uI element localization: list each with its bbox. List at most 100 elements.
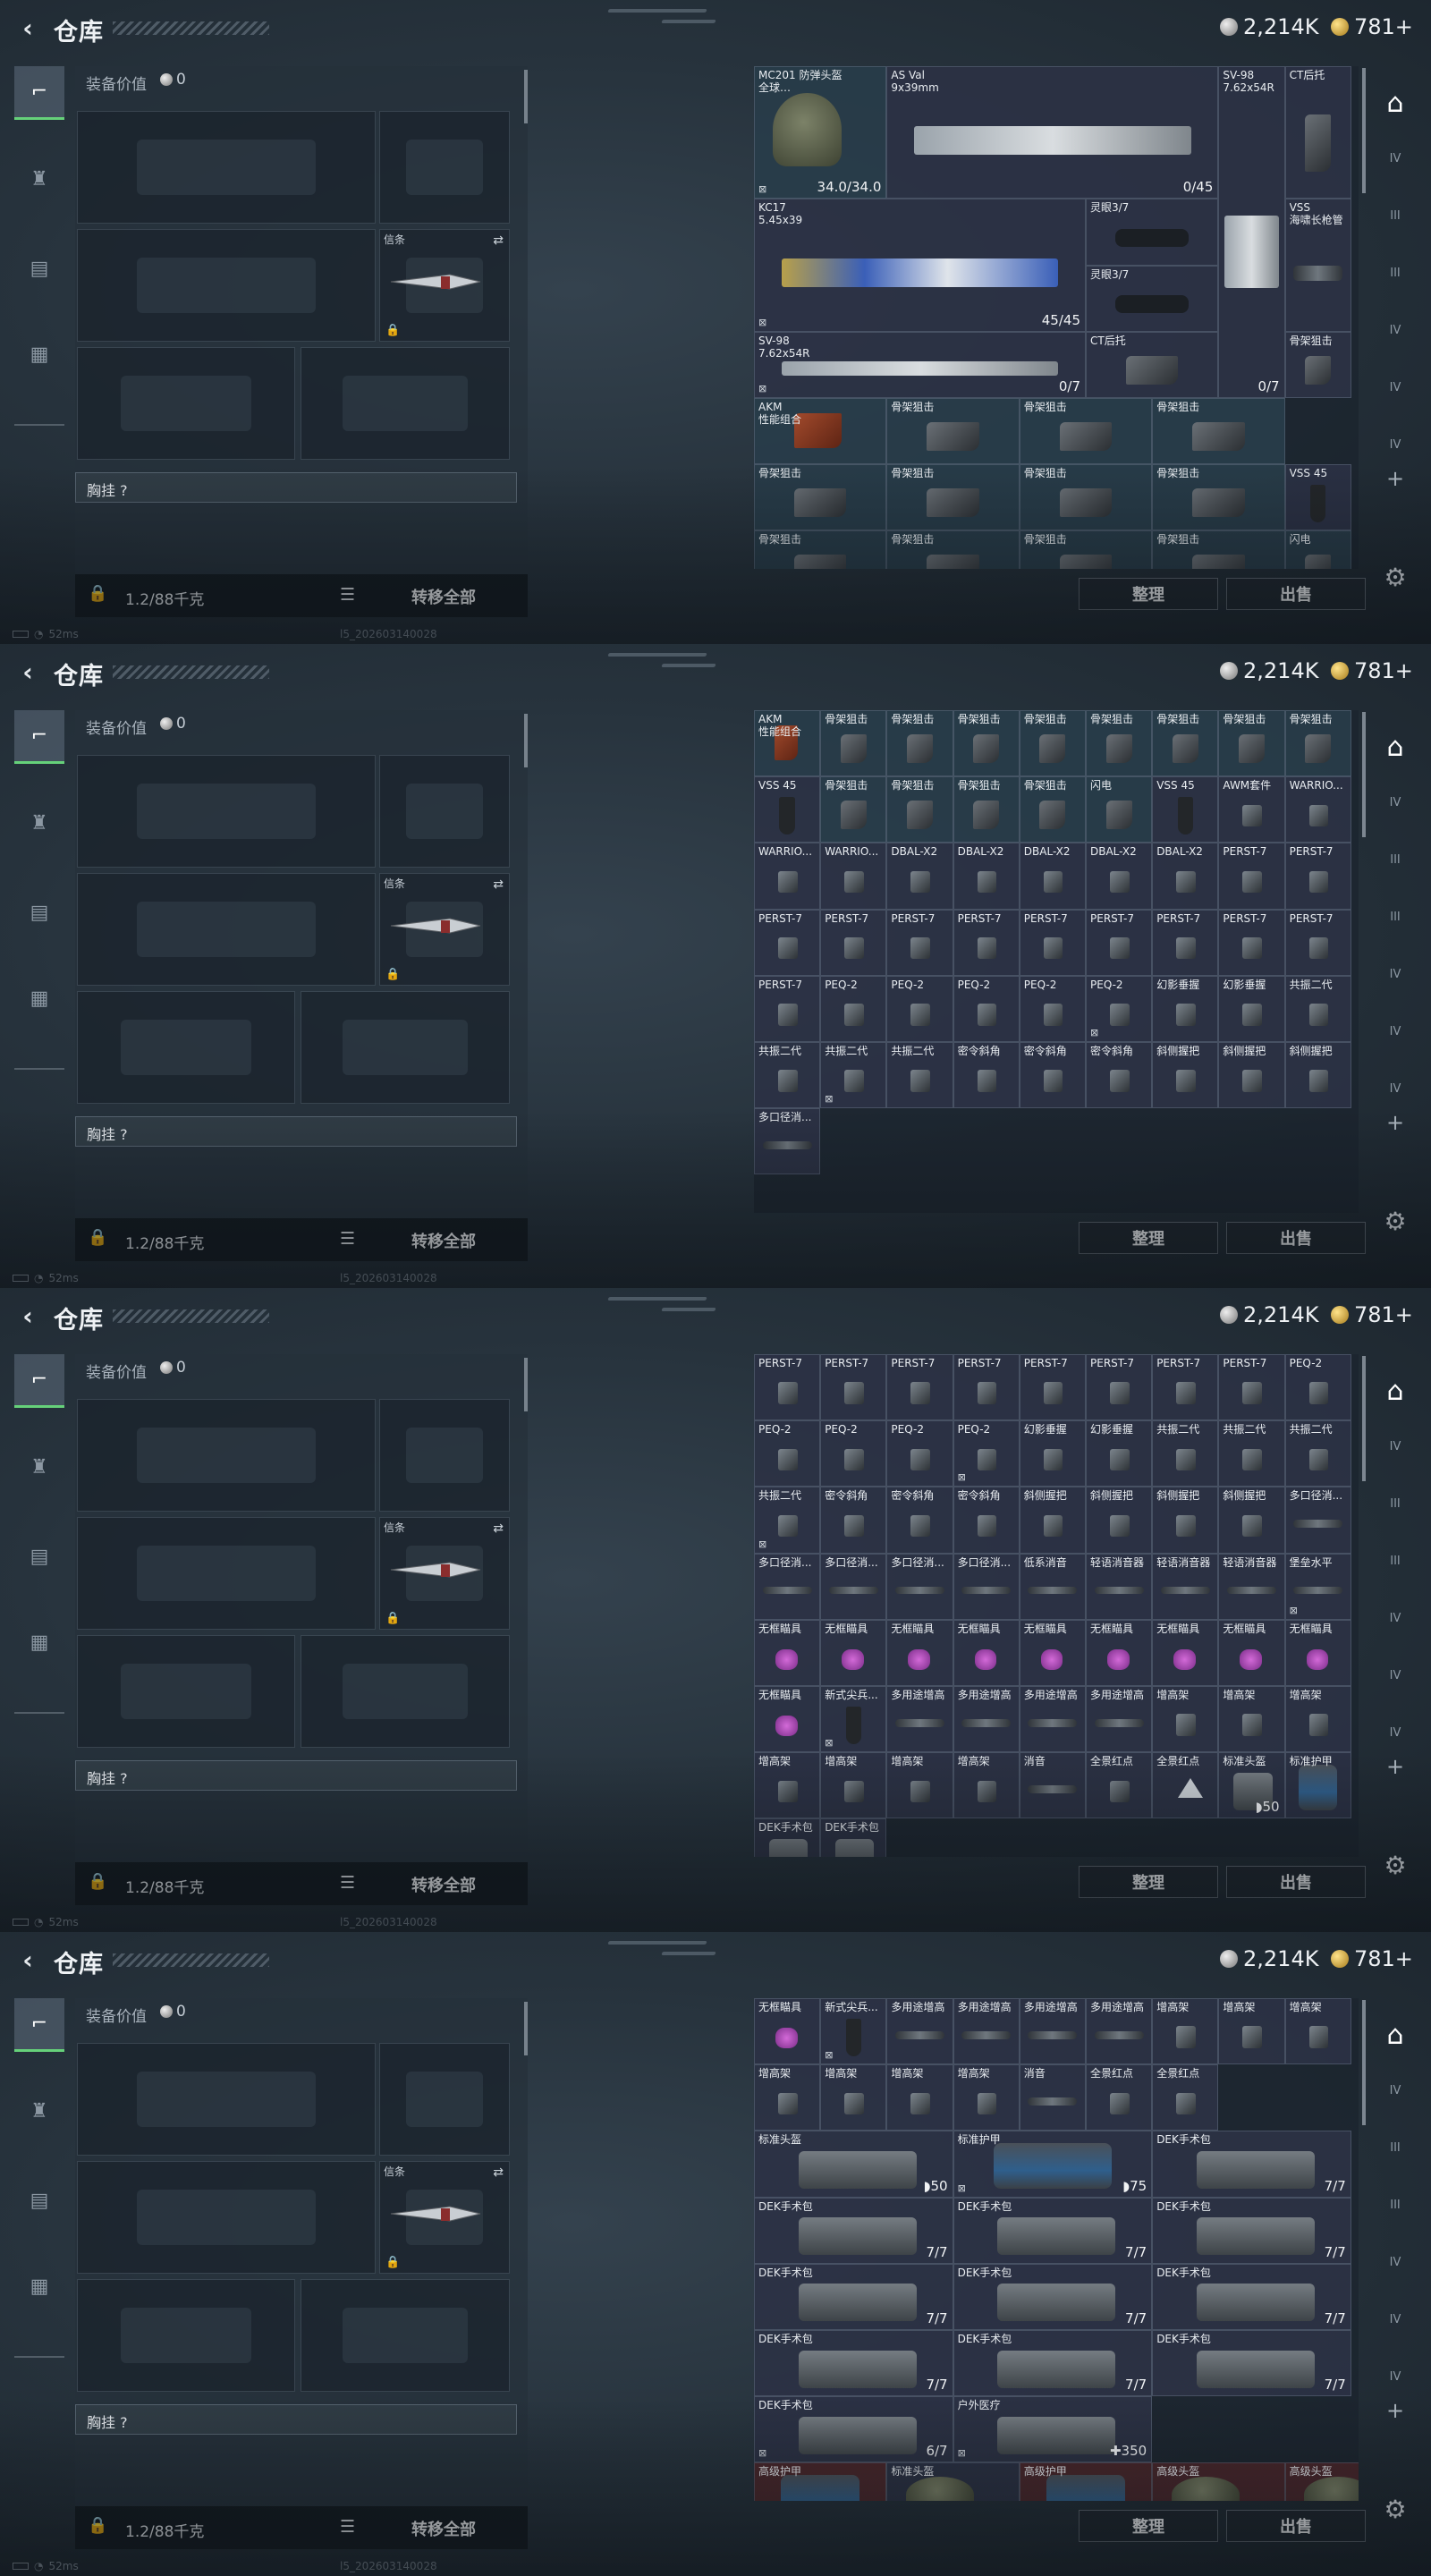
- transfer-all-button[interactable]: 转移全部: [411, 2517, 476, 2540]
- item-cell[interactable]: 共振二代: [1284, 975, 1351, 1042]
- item-cell[interactable]: PERST-7: [1086, 1354, 1153, 1421]
- item-cell[interactable]: 标准头盔 ◗50: [1218, 1752, 1285, 1819]
- item-cell[interactable]: DBAL-X2: [1086, 843, 1153, 910]
- loadout-scrollbar[interactable]: [524, 2002, 528, 2055]
- item-cell[interactable]: PERST-7: [1019, 1354, 1086, 1421]
- helmet-slot[interactable]: [77, 991, 295, 1104]
- item-cell[interactable]: PERST-7: [820, 1354, 887, 1421]
- item-cell[interactable]: 骨架狙击: [754, 530, 887, 569]
- container-tier-icon[interactable]: IV: [1372, 952, 1418, 996]
- item-cell[interactable]: 多用途增高: [1086, 1686, 1153, 1753]
- item-cell[interactable]: DEK手术包 7/7: [1152, 2330, 1351, 2397]
- item-cell[interactable]: PERST-7: [1152, 909, 1219, 976]
- helmet-slot[interactable]: [77, 2279, 295, 2392]
- pistol-slot[interactable]: [379, 111, 510, 224]
- melee-slot[interactable]: 信条 ⇄ 🔒: [379, 873, 510, 986]
- container-tier-icon[interactable]: IV: [1372, 1653, 1418, 1698]
- item-cell[interactable]: 全景红点: [1152, 2064, 1219, 2131]
- item-cell[interactable]: 增高架: [953, 2064, 1020, 2131]
- item-cell[interactable]: PERST-7: [754, 975, 821, 1042]
- item-cell[interactable]: 骨架狙击: [1086, 710, 1153, 777]
- helmet-slot[interactable]: [77, 1635, 295, 1748]
- container-tier-icon[interactable]: III: [1372, 193, 1418, 238]
- chest-rig-slot[interactable]: 胸挂 ?: [75, 2404, 517, 2435]
- item-cell[interactable]: VSS 45: [1284, 464, 1351, 531]
- melee-slot[interactable]: 信条 ⇄ 🔒: [379, 2161, 510, 2274]
- container-tier-icon[interactable]: IV: [1372, 780, 1418, 825]
- stash-scrollbar[interactable]: [1362, 2000, 1366, 2125]
- item-cell[interactable]: 密令斜角: [820, 1487, 887, 1554]
- item-cell[interactable]: 多用途增高: [886, 1998, 953, 2065]
- item-cell[interactable]: 轻语消音器: [1218, 1553, 1285, 1620]
- item-cell[interactable]: AKM 性能组合: [754, 710, 821, 777]
- item-cell[interactable]: PERST-7: [886, 1354, 953, 1421]
- primary-weapon-slot[interactable]: [77, 1399, 376, 1512]
- item-cell[interactable]: 骨架狙击: [1284, 331, 1351, 398]
- item-cell[interactable]: 低系消音: [1019, 1553, 1086, 1620]
- item-cell[interactable]: 骨架狙击: [1218, 710, 1285, 777]
- item-cell[interactable]: 无框瞄具: [820, 1619, 887, 1686]
- swap-icon[interactable]: ⇄: [493, 233, 504, 248]
- swap-icon[interactable]: ⇄: [493, 1521, 504, 1536]
- plus-icon[interactable]: +: [1372, 456, 1418, 501]
- item-cell[interactable]: 骨架狙击: [820, 710, 887, 777]
- sell-button[interactable]: 出售: [1226, 1866, 1366, 1898]
- item-cell[interactable]: 斜侧握把: [1019, 1487, 1086, 1554]
- item-cell[interactable]: CT后托: [1284, 66, 1351, 199]
- item-cell[interactable]: 多用途增高: [953, 1998, 1020, 2065]
- item-cell[interactable]: 全景红点: [1086, 2064, 1153, 2131]
- item-cell[interactable]: 全景红点: [1086, 1752, 1153, 1819]
- item-cell[interactable]: 消音: [1019, 2064, 1086, 2131]
- item-cell[interactable]: DEK手术包 7/7: [754, 2263, 953, 2330]
- item-cell[interactable]: 无框瞄具: [1218, 1619, 1285, 1686]
- item-cell[interactable]: 共振二代: [754, 1042, 821, 1109]
- list-icon[interactable]: ☰: [340, 1229, 355, 1249]
- item-cell[interactable]: 骨架狙击: [1019, 776, 1086, 843]
- item-cell[interactable]: 斜侧握把: [1218, 1487, 1285, 1554]
- item-cell[interactable]: 高级护甲: [754, 2462, 887, 2501]
- item-cell[interactable]: PERST-7: [1218, 1354, 1285, 1421]
- chest-rig-slot[interactable]: 胸挂 ?: [75, 1116, 517, 1147]
- stash-scrollbar[interactable]: [1362, 1356, 1366, 1481]
- item-cell[interactable]: PEQ-2: [820, 1420, 887, 1487]
- item-cell[interactable]: AWM套件: [1218, 776, 1285, 843]
- item-cell[interactable]: DEK手术包: [820, 1818, 887, 1857]
- item-cell[interactable]: 增高架: [1218, 1998, 1285, 2065]
- container-tier-icon[interactable]: IV: [1372, 1596, 1418, 1640]
- briefcase-icon[interactable]: ▦: [14, 971, 64, 1025]
- back-icon[interactable]: ‹: [13, 1301, 43, 1331]
- container-tier-icon[interactable]: IV: [1372, 1009, 1418, 1054]
- item-cell[interactable]: 标准护甲: [1284, 1752, 1351, 1819]
- gear-icon[interactable]: ⚙: [1372, 2487, 1418, 2531]
- item-cell[interactable]: 幻影垂握: [1218, 975, 1285, 1042]
- item-cell[interactable]: 共振二代: [1218, 1420, 1285, 1487]
- item-cell[interactable]: DBAL-X2: [1019, 843, 1086, 910]
- item-cell[interactable]: 密令斜角: [1086, 1042, 1153, 1109]
- item-cell[interactable]: 多用途增高: [953, 1686, 1020, 1753]
- arch-icon[interactable]: ⌂: [1372, 724, 1418, 769]
- item-cell[interactable]: 增高架: [953, 1752, 1020, 1819]
- list-icon[interactable]: ☰: [340, 1873, 355, 1893]
- item-cell[interactable]: PERST-7: [953, 1354, 1020, 1421]
- pistol-icon[interactable]: ⌐: [14, 1354, 64, 1408]
- arch-icon[interactable]: ⌂: [1372, 2012, 1418, 2057]
- item-cell[interactable]: 高级头盔: [1284, 2462, 1359, 2501]
- clipboard-icon[interactable]: ▤: [14, 2174, 64, 2227]
- item-cell[interactable]: 无框瞄具: [1019, 1619, 1086, 1686]
- chest-rig-slot[interactable]: 胸挂 ?: [75, 472, 517, 503]
- item-cell[interactable]: 多口径消...: [1284, 1487, 1351, 1554]
- item-cell[interactable]: 骨架狙击: [1152, 710, 1219, 777]
- melee-slot[interactable]: 信条 ⇄ 🔒: [379, 229, 510, 342]
- item-cell[interactable]: 闪电: [1086, 776, 1153, 843]
- item-cell[interactable]: 多口径消...: [820, 1553, 887, 1620]
- container-tier-icon[interactable]: III: [1372, 250, 1418, 295]
- item-cell[interactable]: PERST-7: [1284, 843, 1351, 910]
- armor-slot[interactable]: [301, 2279, 510, 2392]
- item-cell[interactable]: 多口径消...: [886, 1553, 953, 1620]
- item-cell[interactable]: 新式尖兵... ⊠: [820, 1686, 887, 1753]
- primary-weapon-slot[interactable]: [77, 111, 376, 224]
- secondary-weapon-slot[interactable]: [77, 229, 376, 342]
- item-cell[interactable]: 骨架狙击: [1019, 464, 1153, 531]
- back-icon[interactable]: ‹: [13, 13, 43, 43]
- container-tier-icon[interactable]: III: [1372, 894, 1418, 939]
